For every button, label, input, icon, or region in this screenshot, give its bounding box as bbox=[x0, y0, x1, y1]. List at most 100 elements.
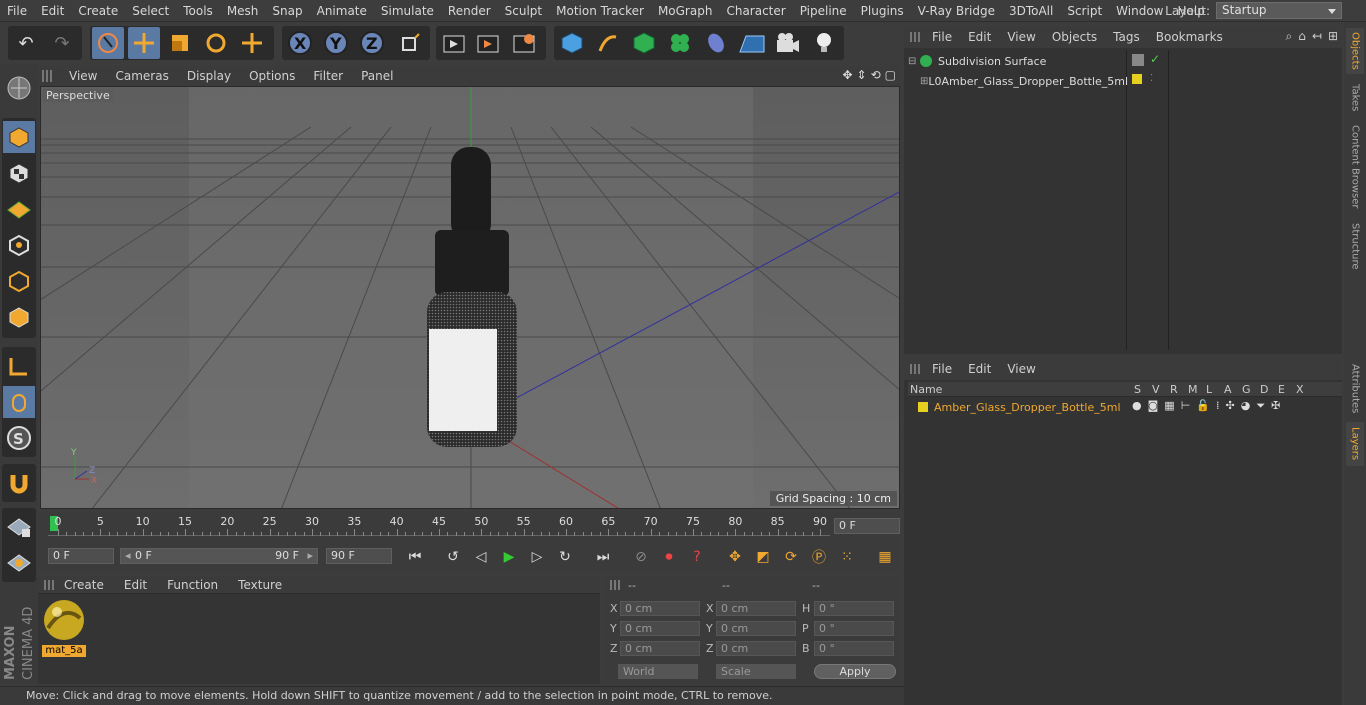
pos-x-field[interactable]: 0 cm bbox=[620, 601, 700, 616]
apply-button[interactable]: Apply bbox=[814, 664, 896, 679]
size-y-field[interactable]: 0 cm bbox=[716, 621, 796, 636]
subdivision-surface-icon[interactable] bbox=[628, 27, 660, 59]
tweak-mode-icon[interactable] bbox=[3, 386, 35, 418]
menu-render[interactable]: Render bbox=[441, 4, 498, 18]
scale-tool-icon[interactable] bbox=[164, 27, 196, 59]
visibility-toggle-icon[interactable] bbox=[1132, 54, 1144, 66]
next-frame-icon[interactable]: ▷ bbox=[524, 545, 550, 569]
menu-edit[interactable]: Edit bbox=[34, 4, 71, 18]
play-icon[interactable]: ▶ bbox=[496, 545, 522, 569]
obj-menu-file[interactable]: File bbox=[924, 30, 960, 44]
layer-color-icon[interactable] bbox=[918, 402, 928, 412]
start-frame-field[interactable]: 0 F bbox=[48, 548, 114, 564]
maximize-view-icon[interactable]: ▢ bbox=[885, 68, 896, 82]
render-view-icon[interactable] bbox=[438, 27, 470, 59]
render-picture-viewer-icon[interactable] bbox=[472, 27, 504, 59]
redo-icon[interactable]: ↷ bbox=[46, 27, 78, 59]
transform-tool-icon[interactable] bbox=[236, 27, 268, 59]
deformer-icon[interactable] bbox=[700, 27, 732, 59]
coordinate-system-icon[interactable] bbox=[394, 27, 426, 59]
mat-menu-function[interactable]: Function bbox=[157, 578, 228, 592]
key-pla-icon[interactable]: ⁙ bbox=[834, 545, 860, 569]
vp-menu-display[interactable]: Display bbox=[178, 69, 240, 83]
home-icon[interactable]: ⌂ bbox=[1298, 29, 1306, 44]
magnet-icon[interactable] bbox=[3, 467, 35, 499]
timeline-ruler[interactable]: 0 5 10 15 20 25 30 35 40 45 50 55 60 65 70 75 80 85 90 0 F bbox=[38, 512, 900, 542]
pos-z-field[interactable]: 0 cm bbox=[620, 641, 700, 656]
expression-toggle-icon[interactable]: ⏷ bbox=[1256, 399, 1265, 413]
key-rotation-icon[interactable]: ⟳ bbox=[778, 545, 804, 569]
collapse-icon[interactable]: ⊟ bbox=[908, 56, 920, 67]
vp-menu-panel[interactable]: Panel bbox=[352, 69, 402, 83]
generator-toggle-icon[interactable]: ✣ bbox=[1226, 399, 1235, 413]
render-toggle-icon[interactable]: ▦ bbox=[1164, 399, 1174, 413]
menu-animate[interactable]: Animate bbox=[310, 4, 374, 18]
layer-menu-file[interactable]: File bbox=[924, 362, 960, 376]
expand-icon[interactable]: ⊞ bbox=[920, 76, 928, 87]
search-icon[interactable]: ⌕ bbox=[1286, 29, 1293, 44]
z-axis-icon[interactable]: Z bbox=[356, 27, 388, 59]
cloner-icon[interactable] bbox=[664, 27, 696, 59]
obj-menu-objects[interactable]: Objects bbox=[1044, 30, 1105, 44]
lock-toggle-icon[interactable]: 🔓 bbox=[1196, 399, 1210, 413]
frame-range-slider[interactable]: ◂ 0 F 90 F ▸ bbox=[120, 548, 318, 564]
menu-create[interactable]: Create bbox=[71, 4, 125, 18]
menu-3dtoall[interactable]: 3DToAll bbox=[1002, 4, 1060, 18]
menu-plugins[interactable]: Plugins bbox=[854, 4, 911, 18]
animation-toggle-icon[interactable]: ⁞ bbox=[1216, 399, 1220, 413]
camera-icon[interactable] bbox=[772, 27, 804, 59]
previous-frame-icon[interactable]: ◁ bbox=[468, 545, 494, 569]
key-position-icon[interactable]: ✥ bbox=[722, 545, 748, 569]
menu-file[interactable]: File bbox=[0, 4, 34, 18]
menu-snap[interactable]: Snap bbox=[265, 4, 309, 18]
rotate-tool-icon[interactable] bbox=[200, 27, 232, 59]
pan-view-icon[interactable]: ✥ bbox=[842, 68, 852, 82]
menu-character[interactable]: Character bbox=[719, 4, 792, 18]
rot-h-field[interactable]: 0 ° bbox=[814, 601, 894, 616]
material-item[interactable]: mat_5a bbox=[42, 598, 86, 657]
solo-toggle-icon[interactable]: ● bbox=[1132, 399, 1142, 413]
mat-menu-edit[interactable]: Edit bbox=[114, 578, 157, 592]
axis-mode-icon[interactable] bbox=[3, 350, 35, 382]
tab-objects[interactable]: Objects bbox=[1346, 28, 1364, 74]
record-keys-icon[interactable]: ⊘ bbox=[628, 545, 654, 569]
go-to-start-icon[interactable]: ⏮ bbox=[402, 545, 428, 569]
keyframe-selection-icon[interactable]: ? bbox=[684, 545, 710, 569]
menu-motion-tracker[interactable]: Motion Tracker bbox=[549, 4, 651, 18]
mat-menu-texture[interactable]: Texture bbox=[228, 578, 292, 592]
menu-vray-bridge[interactable]: V-Ray Bridge bbox=[911, 4, 1002, 18]
rot-b-field[interactable]: 0 ° bbox=[814, 641, 894, 656]
layer-menu-view[interactable]: View bbox=[999, 362, 1043, 376]
vp-menu-cameras[interactable]: Cameras bbox=[106, 69, 177, 83]
mat-menu-create[interactable]: Create bbox=[54, 578, 114, 592]
go-to-end-icon[interactable]: ⏭ bbox=[590, 545, 616, 569]
menu-mograph[interactable]: MoGraph bbox=[651, 4, 720, 18]
world-dropdown[interactable]: World bbox=[618, 664, 698, 679]
key-scale-icon[interactable]: ◩ bbox=[750, 545, 776, 569]
xref-toggle-icon[interactable]: ✠ bbox=[1271, 399, 1280, 413]
undo-icon[interactable]: ↶ bbox=[10, 27, 42, 59]
workplane-grid-icon[interactable] bbox=[3, 547, 35, 579]
vp-menu-filter[interactable]: Filter bbox=[304, 69, 352, 83]
point-mode-icon[interactable] bbox=[3, 229, 35, 261]
perspective-viewport[interactable]: Y XZ Perspective Grid Spacing : 10 cm bbox=[40, 86, 900, 509]
visibility-dots-icon[interactable]: ⁚ bbox=[1150, 73, 1153, 84]
orbit-view-icon[interactable]: ⟲ bbox=[871, 68, 881, 82]
next-key-icon[interactable]: ↻ bbox=[552, 545, 578, 569]
make-editable-icon[interactable] bbox=[3, 72, 35, 104]
tab-takes[interactable]: Takes bbox=[1346, 78, 1364, 118]
end-frame-field[interactable]: 90 F bbox=[326, 548, 392, 564]
enabled-check-icon[interactable]: ✓ bbox=[1150, 52, 1160, 66]
tab-structure[interactable]: Structure bbox=[1346, 218, 1364, 274]
size-x-field[interactable]: 0 cm bbox=[716, 601, 796, 616]
layout-dropdown[interactable]: Startup bbox=[1216, 2, 1342, 19]
menu-tools[interactable]: Tools bbox=[176, 4, 220, 18]
back-icon[interactable]: ↤ bbox=[1312, 29, 1322, 44]
texture-mode-icon[interactable] bbox=[3, 157, 35, 189]
y-axis-icon[interactable]: Y bbox=[320, 27, 352, 59]
menu-window[interactable]: Window bbox=[1109, 4, 1170, 18]
tab-attributes[interactable]: Attributes bbox=[1346, 360, 1364, 418]
dolly-view-icon[interactable]: ⇕ bbox=[857, 68, 867, 82]
obj-menu-view[interactable]: View bbox=[999, 30, 1043, 44]
key-parameter-icon[interactable]: Ⓟ bbox=[806, 545, 832, 569]
